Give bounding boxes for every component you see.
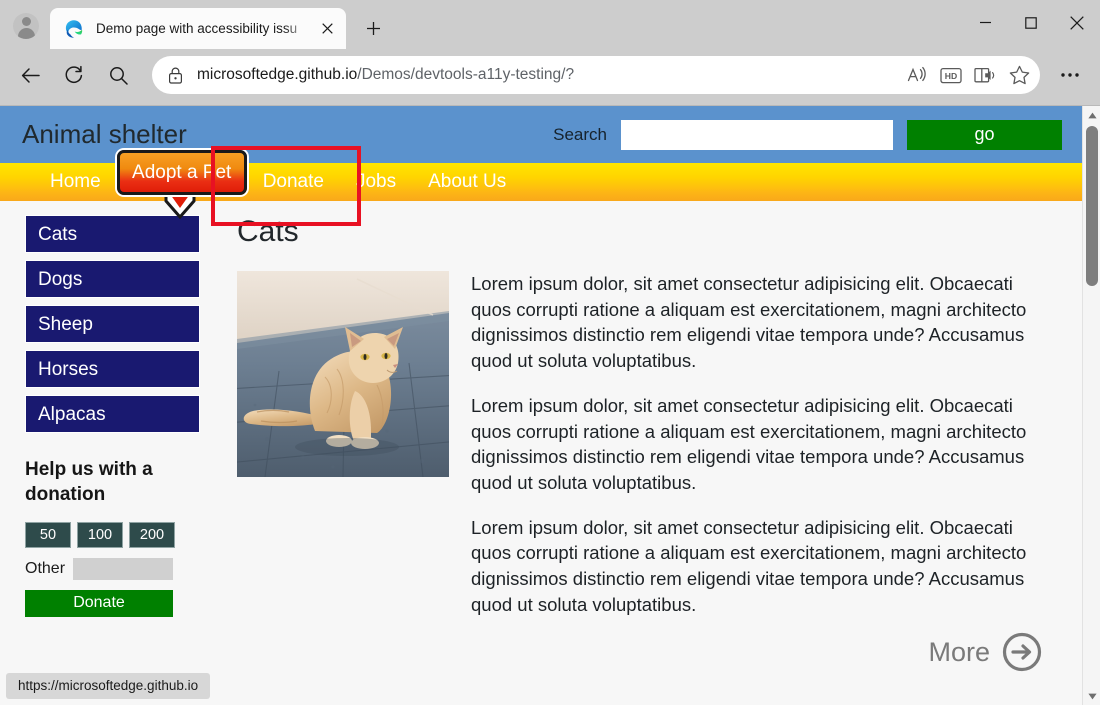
sidebar-item-horses[interactable]: Horses <box>25 350 200 388</box>
read-aloud-icon <box>907 66 928 85</box>
site-nav: Home Adopt a Pet Donate Jobs About Us <box>0 163 1082 201</box>
sidebar-item-alpacas[interactable]: Alpacas <box>25 395 200 433</box>
scroll-down-glyph <box>1088 693 1097 700</box>
star-icon <box>1009 65 1030 85</box>
back-arrow-icon <box>20 65 41 86</box>
more-label: More <box>928 637 990 668</box>
ellipsis-icon <box>1060 72 1080 78</box>
donation-amount-200[interactable]: 200 <box>129 522 175 548</box>
url-input[interactable]: microsoftedge.github.io/Demos/devtools-a… <box>152 56 1040 94</box>
back-button[interactable] <box>12 57 48 93</box>
tab-title: Demo page with accessibility issu <box>96 21 314 36</box>
address-bar: microsoftedge.github.io/Demos/devtools-a… <box>0 49 1100 105</box>
paragraph-1: Lorem ipsum dolor, sit amet consectetur … <box>471 271 1042 374</box>
scroll-down-arrow-icon[interactable] <box>1083 687 1100 705</box>
close-glyph <box>322 23 333 34</box>
donation-other-label: Other <box>25 560 65 578</box>
minimize-icon <box>979 16 992 29</box>
plus-icon <box>366 21 381 36</box>
scroll-up-glyph <box>1088 112 1097 119</box>
nav-item-donate[interactable]: Donate <box>247 163 340 201</box>
article-paragraphs: Lorem ipsum dolor, sit amet consectetur … <box>449 271 1042 672</box>
person-avatar-icon <box>13 13 39 39</box>
nav-item-about-us[interactable]: About Us <box>412 163 522 201</box>
sidebar-item-cats[interactable]: Cats <box>25 215 200 253</box>
page-scrollbar[interactable] <box>1082 106 1100 705</box>
scroll-up-arrow-icon[interactable] <box>1083 106 1100 124</box>
nav-item-adopt-a-pet[interactable]: Adopt a Pet <box>117 150 247 195</box>
web-page: Animal shelter Search go Home Adopt a Pe… <box>0 106 1082 705</box>
sidebar-item-sheep[interactable]: Sheep <box>25 305 200 343</box>
url-text: microsoftedge.github.io/Demos/devtools-a… <box>197 66 900 84</box>
minimize-button[interactable] <box>962 0 1008 45</box>
donation-amount-50[interactable]: 50 <box>25 522 71 548</box>
hd-badge-icon: HD <box>940 67 962 84</box>
donation-other-row: Other <box>25 558 200 580</box>
more-link[interactable]: More <box>471 632 1042 672</box>
maximize-icon <box>1025 17 1037 29</box>
site-title: Animal shelter <box>22 119 187 150</box>
url-domain: microsoftedge.github.io <box>197 66 357 83</box>
sidebar: Cats Dogs Sheep Horses Alpacas Help us w… <box>25 215 200 705</box>
browser-tab[interactable]: Demo page with accessibility issu <box>50 8 346 49</box>
window-controls <box>962 0 1100 45</box>
hd-badge-button[interactable]: HD <box>934 59 968 91</box>
main-content: Cats <box>200 215 1082 705</box>
browser-window: Demo page with accessibility issu <box>0 0 1100 705</box>
search-go-button[interactable]: go <box>907 120 1062 150</box>
url-path: /Demos/devtools-a11y-testing/? <box>357 66 574 83</box>
refresh-button[interactable] <box>56 57 92 93</box>
lock-icon <box>168 67 183 84</box>
donate-button[interactable]: Donate <box>25 590 173 617</box>
maximize-button[interactable] <box>1008 0 1054 45</box>
search-label: Search <box>553 125 607 145</box>
more-options-button[interactable] <box>1052 57 1088 93</box>
donation-heading: Help us with a donation <box>25 457 175 508</box>
donation-amount-group: 50 100 200 <box>25 522 200 548</box>
donation-other-input[interactable] <box>73 558 173 580</box>
search-input[interactable] <box>621 120 893 150</box>
site-body: Cats Dogs Sheep Horses Alpacas Help us w… <box>0 201 1082 705</box>
page-viewport: Animal shelter Search go Home Adopt a Pe… <box>0 105 1100 705</box>
refresh-icon <box>64 65 84 85</box>
page-title: Cats <box>237 215 1042 249</box>
close-icon[interactable] <box>314 16 340 42</box>
nav-item-jobs[interactable]: Jobs <box>340 163 412 201</box>
read-aloud-button[interactable] <box>900 59 934 91</box>
paragraph-3: Lorem ipsum dolor, sit amet consectetur … <box>471 515 1042 618</box>
site-search: Search go <box>553 120 1062 150</box>
immersive-reader-icon <box>974 66 997 85</box>
arrow-circle-right-icon <box>1002 632 1042 672</box>
favorite-button[interactable] <box>1002 59 1036 91</box>
search-button[interactable] <box>100 57 136 93</box>
nav-pointer-triangle-icon <box>164 193 196 219</box>
svg-text:HD: HD <box>945 71 957 81</box>
immersive-reader-button[interactable] <box>968 59 1002 91</box>
nav-item-adopt-a-pet-wrapper: Adopt a Pet <box>117 163 247 201</box>
close-window-button[interactable] <box>1054 0 1100 45</box>
nav-item-home[interactable]: Home <box>34 163 117 201</box>
donation-amount-100[interactable]: 100 <box>77 522 123 548</box>
new-tab-button[interactable] <box>356 11 390 45</box>
status-bar-url: https://microsoftedge.github.io <box>6 673 210 699</box>
tab-strip: Demo page with accessibility issu <box>0 0 1100 49</box>
close-icon <box>1070 16 1084 30</box>
sidebar-item-dogs[interactable]: Dogs <box>25 260 200 298</box>
cat-photo-image <box>237 271 449 477</box>
paragraph-2: Lorem ipsum dolor, sit amet consectetur … <box>471 393 1042 496</box>
edge-logo-icon <box>64 19 84 39</box>
cat-photo <box>237 271 449 477</box>
search-icon <box>109 66 128 85</box>
scrollbar-thumb[interactable] <box>1086 126 1098 286</box>
lock-glyph <box>168 67 183 84</box>
article: Lorem ipsum dolor, sit amet consectetur … <box>237 271 1042 672</box>
profile-avatar-button[interactable] <box>6 7 46 45</box>
